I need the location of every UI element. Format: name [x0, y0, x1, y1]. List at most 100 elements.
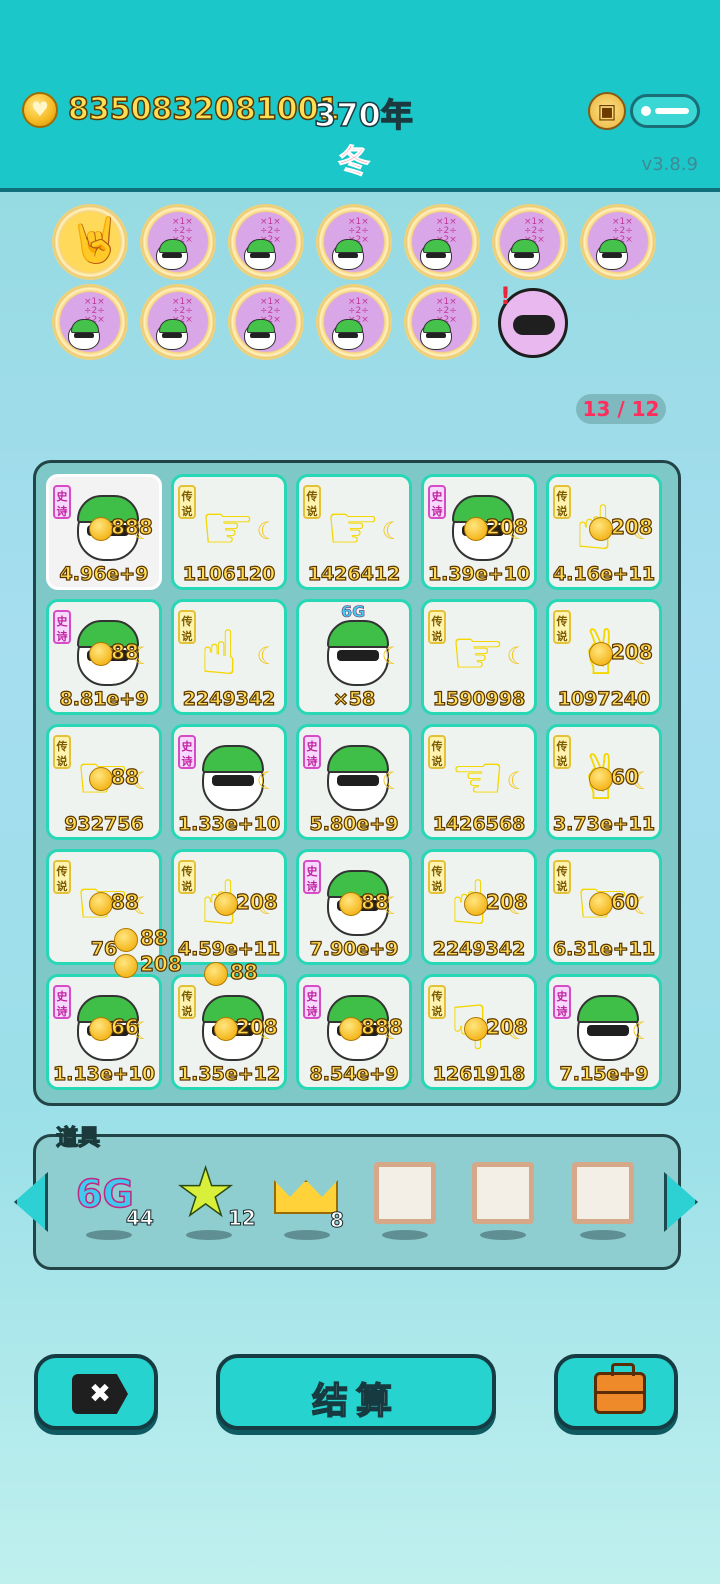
board-cell[interactable]: 传说 ☾ 208 1.35e+12: [171, 974, 287, 1090]
cell-value: 1.35e+12: [177, 1062, 281, 1085]
cell-value: 932756: [64, 812, 145, 835]
badge-math-face[interactable]: ×1× ÷2÷ ×2×: [230, 286, 302, 358]
moon-icon: ☾: [256, 642, 278, 670]
board-cell[interactable]: 史诗 ☾ 7.15e+9: [546, 974, 662, 1090]
rarity-badge: 传说: [53, 735, 71, 769]
rarity-badge: 史诗: [303, 860, 321, 894]
board-cell[interactable]: 史诗 ☾ 88 7.90e+9: [296, 849, 412, 965]
board-cell[interactable]: 传说☞☾88932756: [46, 724, 162, 840]
badge-math-face[interactable]: ×1× ÷2÷ ×2×: [406, 206, 478, 278]
coin-pop-value: 888: [110, 514, 153, 539]
board-cell[interactable]: 传说 ☞ ☾ 1106120: [171, 474, 287, 590]
close-button[interactable]: ✖: [34, 1354, 158, 1430]
alert-icon: !: [500, 282, 511, 310]
badge-math-face[interactable]: ×1× ÷2÷ ×2×: [142, 286, 214, 358]
board-cell[interactable]: 传说☝☾2082249342: [421, 849, 537, 965]
badge-math-face[interactable]: ×1× ÷2÷ ×2×: [318, 206, 390, 278]
board-cell[interactable]: 传说☝☾2084.16e+11: [546, 474, 662, 590]
coin-pop-value: 208: [610, 514, 653, 539]
board-cell[interactable]: 传说☟☾2081261918: [421, 974, 537, 1090]
board-cell[interactable]: 史诗 ☾ 208 1.39e+10: [421, 474, 537, 590]
version-label: v3.8.9: [641, 154, 698, 175]
rarity-badge: 史诗: [303, 985, 321, 1019]
item-slot[interactable]: [370, 1160, 440, 1240]
bag-icon[interactable]: ▣: [588, 92, 626, 130]
badge-math-face[interactable]: ×1× ÷2÷ ×2×: [494, 206, 566, 278]
item-slot[interactable]: ★ 12: [174, 1154, 256, 1240]
rarity-badge: 传说: [428, 610, 446, 644]
badge-math-face[interactable]: ×1× ÷2÷ ×2×: [406, 286, 478, 358]
star-icon: ★: [175, 1154, 236, 1231]
badge-math-face[interactable]: ×1× ÷2÷ ×2×: [582, 206, 654, 278]
hand-gesture-icon: ☞: [450, 616, 506, 689]
slot-shadow: [284, 1230, 330, 1240]
item-slot[interactable]: 8: [272, 1160, 345, 1240]
items-label: 道具: [55, 1125, 101, 1151]
board-cell[interactable]: 史诗 ☾ 888 4.96e+9: [46, 474, 162, 590]
inventory-button[interactable]: [554, 1354, 678, 1430]
badge-math-face[interactable]: ×1× ÷2÷ ×2×: [318, 286, 390, 358]
money-amount: 8350832081001: [67, 91, 340, 128]
slot-shadow: [382, 1230, 428, 1240]
6g-tag: 6G: [341, 602, 366, 622]
cell-value: 1.33e+10: [177, 812, 281, 835]
rarity-badge: 传说: [178, 985, 196, 1019]
item-slot[interactable]: [568, 1160, 638, 1240]
settle-button[interactable]: 结算: [216, 1354, 496, 1430]
board-cell[interactable]: 史诗 ☾ 66 1.13e+10: [46, 974, 162, 1090]
season-label: 冬: [337, 142, 371, 181]
cell-value: ×58: [332, 687, 376, 710]
cell-value: 8.81e+9: [59, 687, 149, 710]
rarity-badge: 传说: [553, 735, 571, 769]
item-slot[interactable]: 6G 44: [74, 1160, 154, 1240]
cell-value: 2249342: [432, 937, 526, 960]
badge-math-face[interactable]: ×1× ÷2÷ ×2×: [142, 206, 214, 278]
rarity-badge: 传说: [553, 485, 571, 519]
coin-pop-value: 88: [229, 959, 258, 984]
empty-slot-frame: [572, 1162, 634, 1224]
items-prev-button[interactable]: [14, 1172, 48, 1232]
settings-toggle-button[interactable]: [630, 94, 700, 128]
coin-icon: [464, 1017, 488, 1041]
board-cell[interactable]: 传说☝☾2084.59e+11: [171, 849, 287, 965]
coin-pop-value: 208: [485, 889, 528, 914]
board-cell[interactable]: 史诗 ☾ 1.33e+10: [171, 724, 287, 840]
board-cell[interactable]: 传说 ☞ ☾ 1426412: [296, 474, 412, 590]
coin-pop-value: 88: [139, 925, 168, 950]
board-cell[interactable]: 传说☞☾606.31e+11: [546, 849, 662, 965]
coin-pop-value: 888: [360, 1014, 403, 1039]
board-cell[interactable]: 史诗 ☾ 888 8.54e+9: [296, 974, 412, 1090]
board-cell[interactable]: 史诗 ☾ 5.80e+9: [296, 724, 412, 840]
rarity-badge: 传说: [553, 610, 571, 644]
coin-pop-value: 88: [110, 764, 139, 789]
board-cell[interactable]: 传说✌☾2081097240: [546, 599, 662, 715]
coin-pop-value: 60: [610, 764, 639, 789]
items-next-button[interactable]: [664, 1172, 698, 1232]
coin-pop-value: 208: [235, 1014, 278, 1039]
face-icon: [244, 319, 276, 350]
face-icon: [244, 239, 276, 270]
coin-icon: [89, 642, 113, 666]
board-cell[interactable]: 传说 ☞ ☾ 1590998: [421, 599, 537, 715]
coin-pop-value: 88: [360, 889, 389, 914]
rarity-badge: 史诗: [53, 985, 71, 1019]
settle-button-label: 结算: [311, 1380, 400, 1423]
board-cell[interactable]: 史诗 ☾ 88 8.81e+9: [46, 599, 162, 715]
board-cell[interactable]: 传说 ☝ ☾ 2249342: [171, 599, 287, 715]
board-cell[interactable]: 传说✌☾603.73e+11: [546, 724, 662, 840]
rarity-badge: 传说: [178, 860, 196, 894]
rarity-badge: 史诗: [53, 485, 71, 519]
item-count: 44: [126, 1206, 155, 1231]
slot-shadow: [86, 1230, 132, 1240]
badge-math-face[interactable]: ×1× ÷2÷ ×2×: [54, 286, 126, 358]
year-label: 370年: [313, 95, 413, 135]
board-cell[interactable]: 6G ☾ ×58: [296, 599, 412, 715]
rarity-badge: 史诗: [428, 485, 446, 519]
badge-math-face[interactable]: ×1× ÷2÷ ×2×: [230, 206, 302, 278]
face-icon: [420, 239, 452, 270]
item-count: 8: [330, 1208, 345, 1233]
badge-rock-hand[interactable]: 🤘: [54, 206, 126, 278]
board-cell[interactable]: 传说 ☜ ☾ 1426568: [421, 724, 537, 840]
item-slot[interactable]: [468, 1160, 538, 1240]
cell-value: 8.54e+9: [309, 1062, 399, 1085]
